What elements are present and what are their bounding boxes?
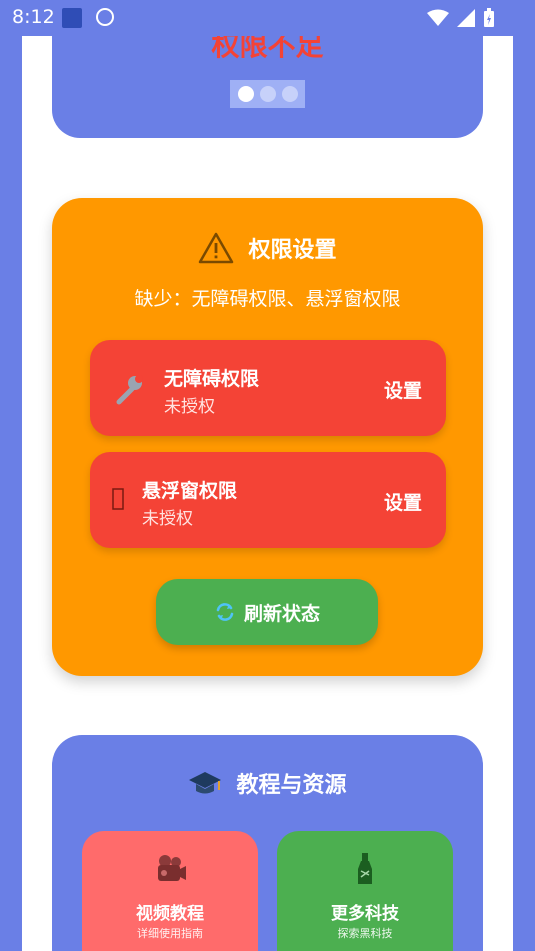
wrench-icon: [116, 375, 143, 405]
status-time: 8:12: [12, 6, 55, 28]
permissions-header: 权限设置: [52, 232, 483, 264]
tile-title: 更多科技: [331, 904, 399, 924]
bottle-icon: [358, 853, 372, 884]
permission-item-accessibility[interactable]: 无障碍权限 未授权 设置: [90, 340, 446, 436]
resources-header: 教程与资源: [52, 767, 483, 799]
pager-indicator[interactable]: [230, 80, 305, 108]
cellular-signal-icon: [457, 9, 475, 27]
resources-card: 教程与资源 视频教程 详细使用指南 更多科技 探索黑科技: [52, 735, 483, 951]
permission-name: 悬浮窗权限: [142, 480, 238, 502]
tile-subtitle: 探索黑科技: [337, 927, 393, 940]
permission-state: 未授权: [142, 509, 193, 529]
warning-icon: [199, 232, 234, 264]
tile-title: 视频教程: [136, 904, 204, 924]
accessibility-settings-button[interactable]: 设置: [384, 376, 422, 403]
wifi-icon: [427, 9, 449, 26]
pager-dot[interactable]: [281, 86, 298, 102]
permissions-card: 权限设置 缺少：无障碍权限、悬浮窗权限 无障碍权限 未授权 设置 悬浮窗权限 未…: [52, 198, 483, 676]
permission-state: 未授权: [164, 397, 215, 417]
app-notification-icon: [62, 8, 82, 28]
battery-icon: [484, 8, 494, 27]
video-camera-icon: [158, 855, 186, 881]
status-indicators: [427, 8, 495, 28]
permission-warning-banner: 权限不足: [52, 36, 483, 138]
tile-subtitle: 详细使用指南: [137, 927, 203, 940]
permission-name: 无障碍权限: [164, 368, 260, 390]
graduation-cap-icon: [189, 772, 222, 794]
permissions-title: 权限设置: [248, 238, 337, 263]
refresh-status-button[interactable]: 刷新状态: [156, 579, 378, 645]
refresh-icon: [216, 603, 234, 621]
pager-dot[interactable]: [237, 86, 254, 102]
missing-permissions-text: 缺少：无障碍权限、悬浮窗权限: [134, 288, 401, 310]
resources-title: 教程与资源: [236, 773, 347, 798]
overlay-settings-button[interactable]: 设置: [384, 488, 422, 515]
more-tech-tile[interactable]: 更多科技 探索黑科技: [277, 831, 453, 951]
permission-item-overlay[interactable]: 悬浮窗权限 未授权 设置: [90, 452, 446, 548]
banner-title: 权限不足: [211, 36, 324, 62]
content-sheet[interactable]: 权限不足 权限设置 缺少：无障碍权限、悬浮窗权限 无障碍权限 未授权 设置 悬浮…: [22, 36, 513, 951]
vpn-notification-icon: [96, 8, 114, 26]
video-tutorial-tile[interactable]: 视频教程 详细使用指南: [82, 831, 258, 951]
window-icon: [112, 488, 124, 510]
refresh-label: 刷新状态: [243, 602, 320, 625]
status-bar: 8:12: [0, 0, 535, 36]
pager-dot[interactable]: [259, 86, 276, 102]
